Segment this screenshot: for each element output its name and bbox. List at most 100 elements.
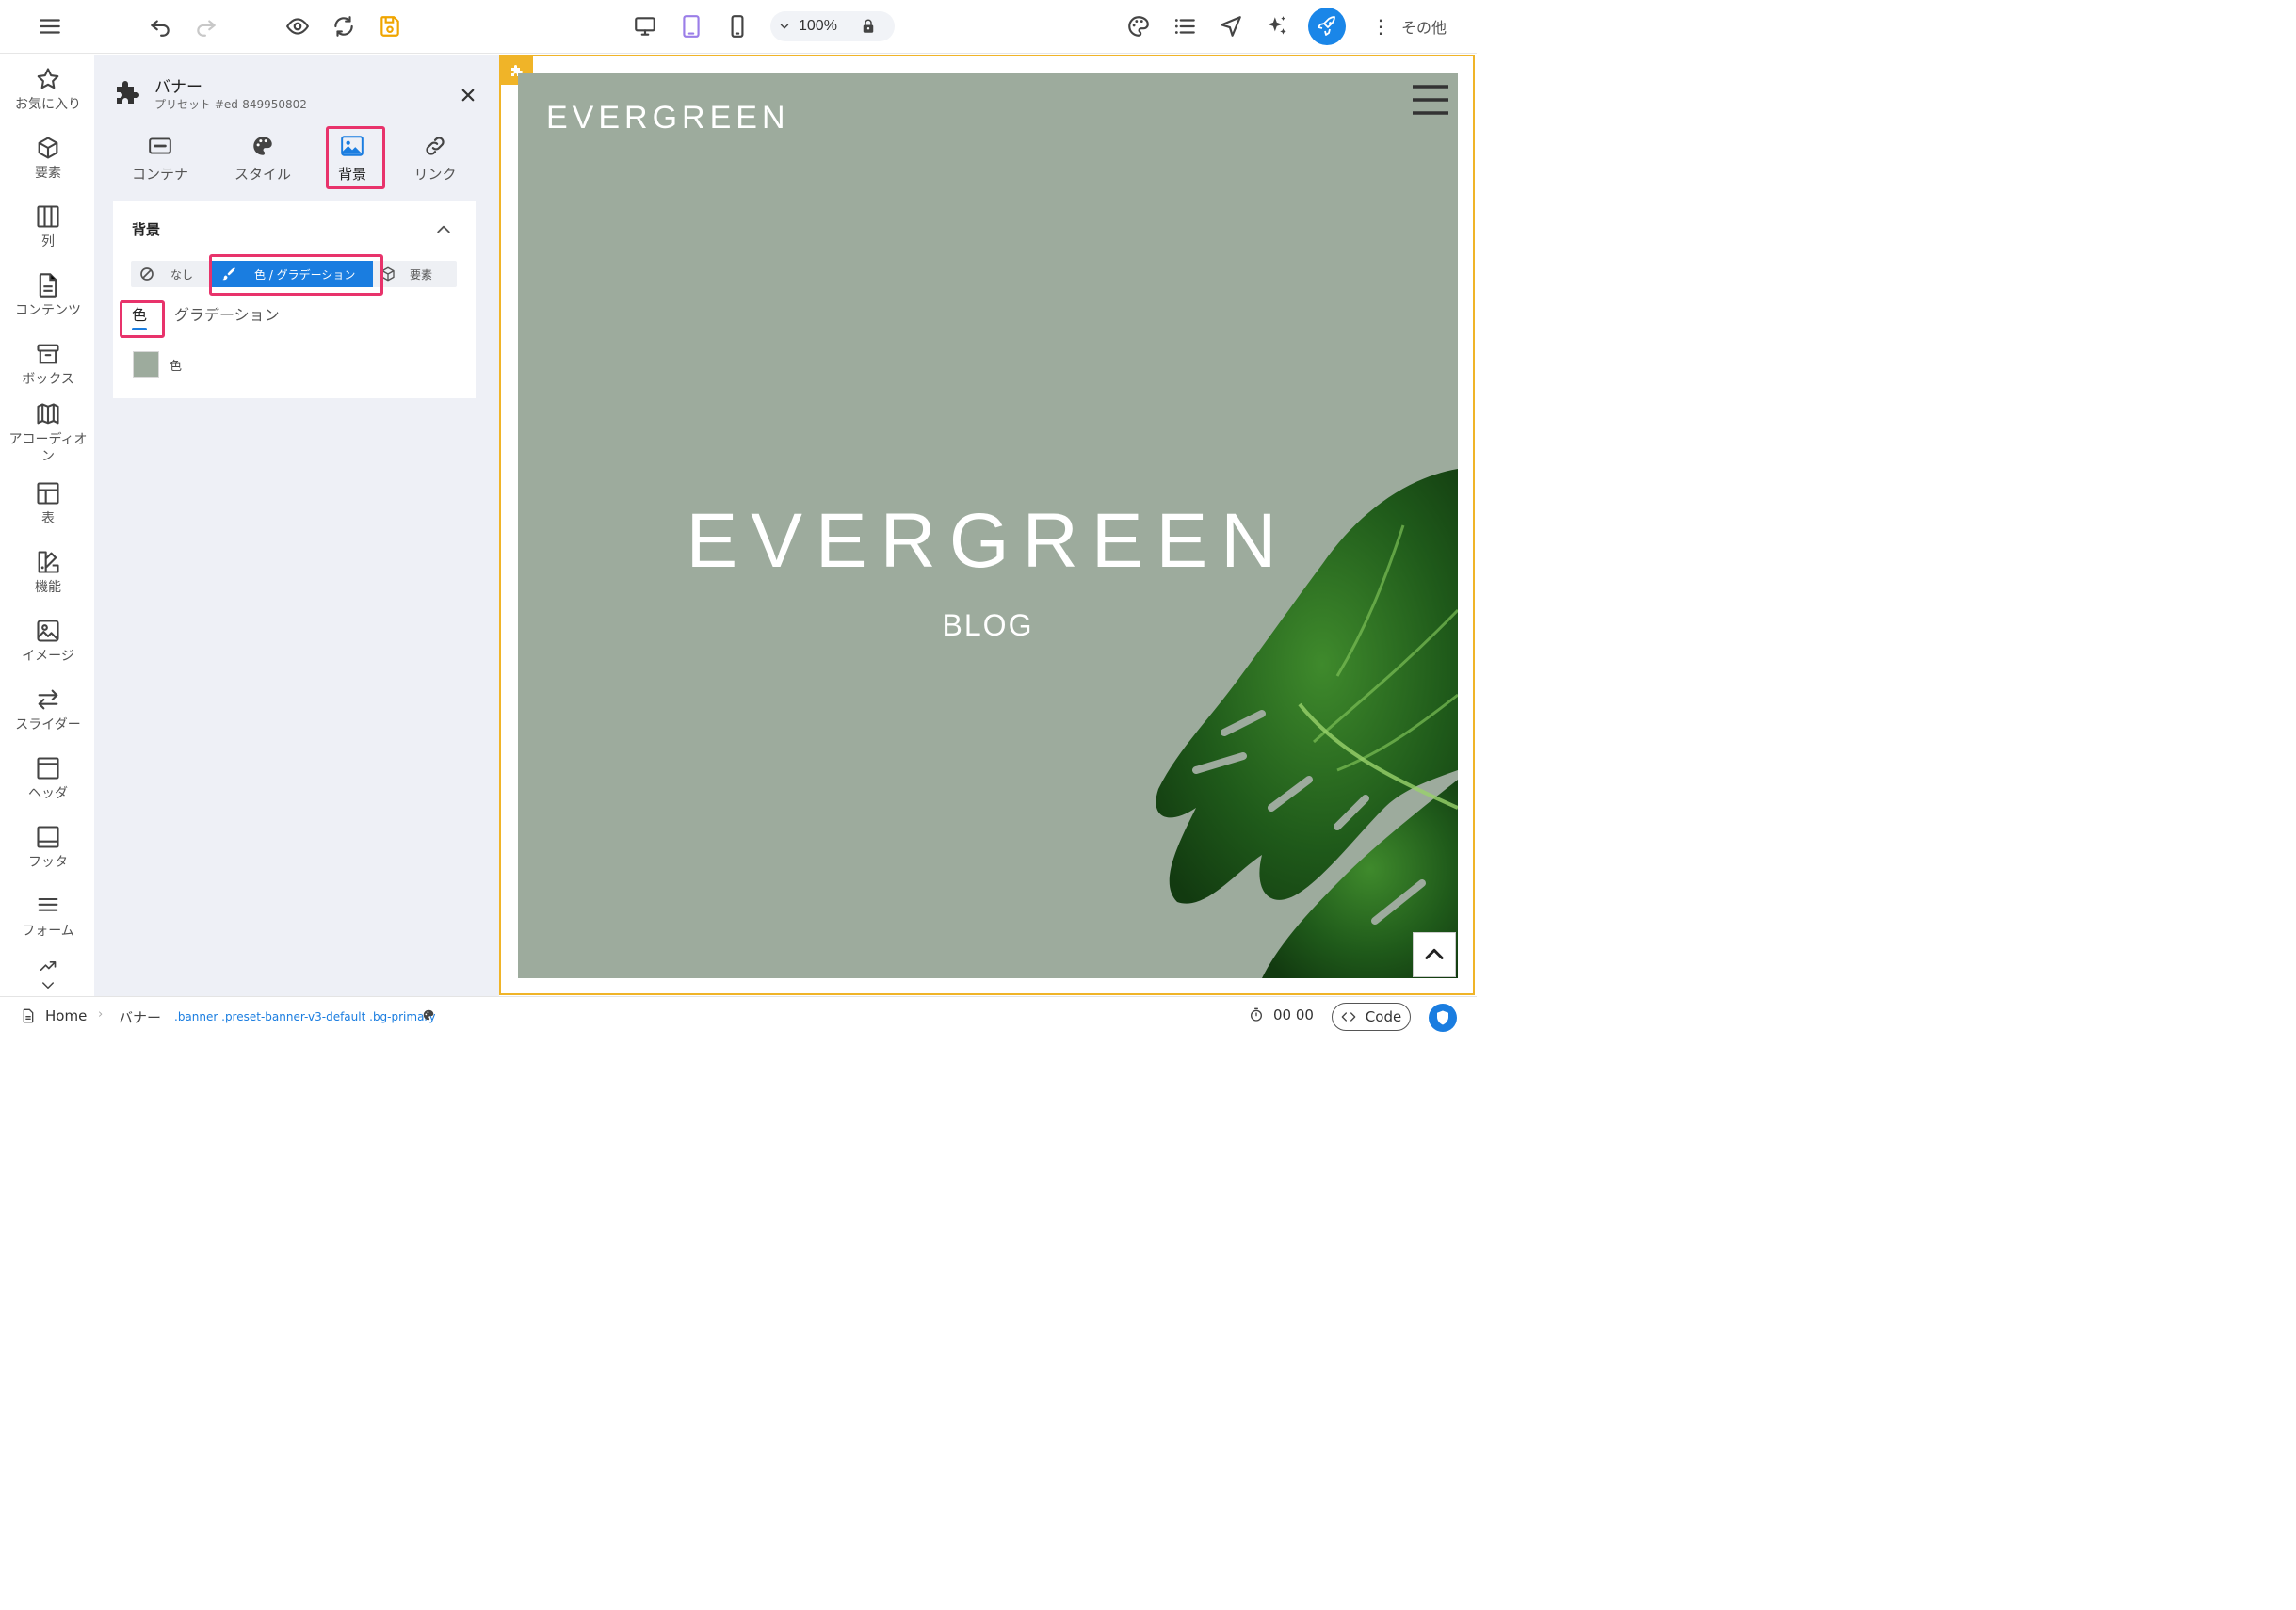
hero-subtitle[interactable]: BLOG: [518, 608, 1458, 643]
slider-icon: [38, 689, 58, 710]
mobile-view-icon[interactable]: [719, 8, 756, 45]
chevron-up-icon[interactable]: [431, 217, 456, 242]
columns-icon: [37, 205, 59, 228]
tab-style[interactable]: スタイル: [220, 130, 305, 188]
link-icon: [426, 137, 445, 155]
css-classes[interactable]: .banner .preset-banner-v3-default .bg-pr…: [174, 1010, 435, 1023]
option-label: 色 / グラデーション: [254, 267, 356, 282]
palette-icon: [253, 137, 272, 155]
desktop-view-icon[interactable]: [626, 8, 664, 45]
image-icon: [341, 136, 364, 156]
sidebar-item-label: 表: [41, 511, 55, 526]
sidebar-item-columns[interactable]: 列: [3, 203, 93, 250]
banner-section[interactable]: EVERGREEN EVERGREEN BLOG: [518, 73, 1458, 978]
refresh-icon[interactable]: [325, 8, 363, 45]
sidebar-item-footer[interactable]: フッタ: [3, 824, 93, 871]
sidebar-item-table[interactable]: 表: [3, 480, 93, 527]
hamburger-menu-icon[interactable]: [1411, 83, 1450, 117]
star-icon: [37, 68, 59, 89]
chevron-down-icon[interactable]: [770, 11, 799, 41]
panel-title: バナー: [154, 78, 202, 97]
code-button[interactable]: Code: [1332, 1003, 1411, 1031]
security-shield-button[interactable]: [1429, 1004, 1457, 1032]
tab-link[interactable]: リンク: [393, 130, 477, 188]
hero-title[interactable]: EVERGREEN: [518, 497, 1458, 586]
canvas-frame: EVERGREEN EVERGREEN BLOG: [499, 55, 1475, 995]
features-icon: [38, 551, 59, 573]
option-label: 要素: [410, 267, 433, 282]
list-icon[interactable]: [1166, 8, 1204, 45]
close-icon[interactable]: [456, 83, 480, 107]
sidebar-item-slider[interactable]: スライダー: [3, 686, 93, 733]
sidebar-item-features[interactable]: 機能: [3, 549, 93, 596]
save-icon[interactable]: [371, 8, 409, 45]
code-button-label: Code: [1365, 1008, 1402, 1025]
settings-panel: バナー プリセット #ed-849950802 コンテナ スタイル 背景 リンク…: [94, 55, 499, 996]
breadcrumb-current[interactable]: バナー: [119, 1007, 161, 1027]
breadcrumb-home[interactable]: Home: [21, 1007, 87, 1024]
sidebar-item-form[interactable]: フォーム: [3, 893, 93, 940]
ai-sparkle-icon[interactable]: [1258, 8, 1296, 45]
sidebar-item-contents[interactable]: コンテンツ: [3, 272, 93, 319]
sidebar-item-elements[interactable]: 要素: [3, 135, 93, 182]
sidebar-item-favorites[interactable]: お気に入り: [3, 66, 93, 113]
option-color-gradient[interactable]: 色 / グラデーション: [211, 261, 373, 287]
tab-background[interactable]: 背景: [310, 130, 395, 188]
navigation-icon[interactable]: [1212, 8, 1250, 45]
sidebar-item-label: イメージ: [22, 649, 74, 664]
option-none[interactable]: なし: [131, 261, 210, 287]
tab-label: 背景: [337, 166, 366, 183]
zoom-level[interactable]: 100%: [799, 18, 849, 35]
site-logo[interactable]: EVERGREEN: [546, 100, 790, 137]
scroll-to-top-button[interactable]: [1413, 932, 1456, 977]
cube-icon: [38, 137, 58, 159]
palette-icon[interactable]: [1120, 8, 1157, 45]
sidebar-item-label: ボックス: [22, 372, 74, 387]
tab-label: スタイル: [234, 166, 291, 183]
image-icon: [37, 620, 59, 642]
chevron-down-icon[interactable]: [38, 977, 58, 994]
sidebar-item-image[interactable]: イメージ: [3, 618, 93, 665]
preview-eye-icon[interactable]: [279, 8, 316, 45]
section-title: 背景: [132, 221, 161, 238]
option-element[interactable]: 要素: [374, 261, 457, 287]
palette-icon[interactable]: [422, 1008, 435, 1022]
sidebar-item-label: 要素: [35, 166, 61, 181]
document-icon: [23, 1008, 34, 1023]
container-icon: [149, 137, 171, 154]
document-icon: [39, 273, 57, 298]
menu-icon[interactable]: [31, 8, 69, 45]
sidebar-item-chart[interactable]: [3, 957, 93, 994]
color-swatch[interactable]: [133, 351, 159, 378]
brush-icon: [222, 267, 235, 281]
code-icon: [1341, 1012, 1356, 1022]
chevron-right-icon: ›: [98, 1007, 104, 1022]
rocket-icon: [1318, 16, 1335, 36]
background-type-selector: なし 色 / グラデーション 要素: [131, 261, 457, 287]
sidebar-item-label: コンテンツ: [15, 303, 81, 318]
publish-rocket-button[interactable]: [1308, 8, 1346, 45]
lock-icon[interactable]: [849, 11, 887, 41]
subtab-gradient[interactable]: グラデーション: [174, 302, 280, 325]
active-tab-indicator: [132, 328, 147, 330]
background-settings-card: 背景 なし 色 / グラデーション 要素 色 グラデーション 色: [113, 201, 476, 398]
breadcrumb-home-label: Home: [45, 1007, 88, 1024]
more-label: その他: [1401, 19, 1447, 37]
subtab-color[interactable]: 色: [132, 302, 147, 325]
sidebar-item-label: ヘッダ: [28, 786, 68, 801]
sidebar-item-label: 列: [41, 234, 55, 250]
redo-icon[interactable]: [187, 8, 225, 45]
tablet-view-icon[interactable]: [672, 8, 710, 45]
table-icon: [37, 482, 59, 505]
tab-container[interactable]: コンテナ: [118, 130, 202, 188]
more-menu-button[interactable]: ⋮ その他: [1371, 11, 1447, 41]
undo-icon[interactable]: [141, 8, 179, 45]
sidebar-item-label: フッタ: [28, 855, 68, 870]
status-bar: Home › バナー .banner .preset-banner-v3-def…: [0, 996, 1477, 1036]
sidebar-item-accordion[interactable]: アコーディオン: [3, 401, 93, 465]
stopwatch-icon: [1251, 1007, 1262, 1022]
sidebar-item-header[interactable]: ヘッダ: [3, 755, 93, 802]
box-icon: [37, 344, 59, 364]
sidebar-item-boxes[interactable]: ボックス: [3, 341, 93, 388]
sidebar-item-label: スライダー: [15, 717, 81, 733]
